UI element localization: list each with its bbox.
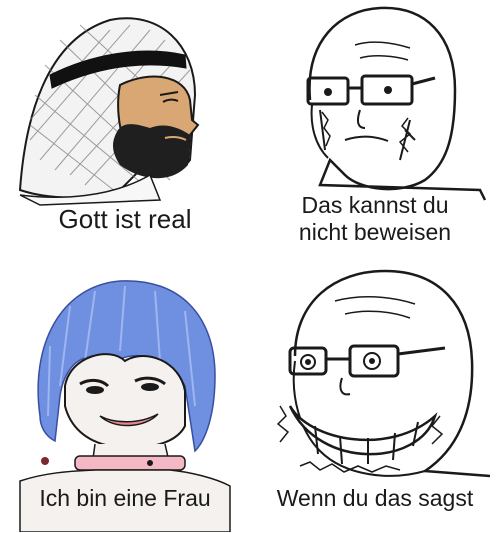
caption-bottom-left: Ich bin eine Frau — [39, 485, 211, 511]
caption-top-right-line2: nicht beweisen — [298, 219, 452, 245]
caption-top-left: Gott ist real — [58, 204, 192, 234]
panel-bottom-right: Wenn du das sagst — [250, 266, 500, 532]
caption-bottom-right: Wenn du das sagst — [276, 485, 474, 511]
caption-top-right-line1: Das kannst du — [301, 192, 449, 218]
panel-bottom-left: Ich bin eine Frau — [0, 266, 250, 532]
panel-top-right: Das kannst du nicht beweisen — [250, 0, 500, 266]
panel-top-left: Gott ist real — [0, 0, 250, 266]
caption-top-right: Das kannst du nicht beweisen — [250, 192, 500, 246]
